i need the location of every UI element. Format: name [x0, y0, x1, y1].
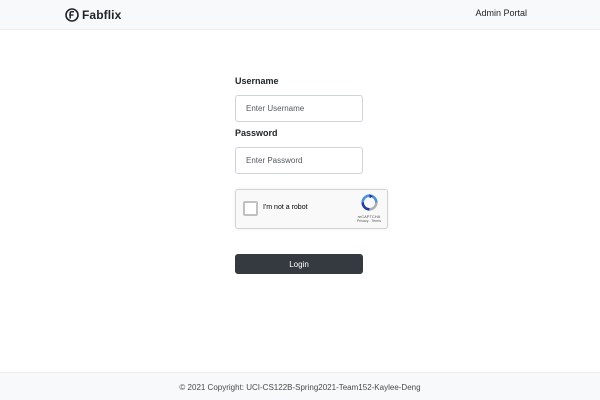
password-input[interactable]	[235, 147, 363, 174]
fabflix-logo-icon	[65, 7, 79, 22]
brand-link[interactable]: Fabflix	[65, 6, 121, 23]
navbar: Fabflix Admin Portal	[0, 0, 600, 30]
login-button[interactable]: Login	[235, 254, 363, 274]
username-input[interactable]	[235, 95, 363, 122]
username-label: Username	[235, 76, 279, 86]
password-label: Password	[235, 128, 278, 138]
recaptcha-privacy-terms-links[interactable]: Privacy - Terms	[354, 219, 384, 224]
recaptcha-logo-icon	[360, 194, 378, 211]
login-form: Username Password	[235, 74, 395, 174]
brand-name: Fabflix	[82, 7, 122, 22]
footer: © 2021 Copyright: UCI-CS122B-Spring2021-…	[0, 372, 600, 400]
page: Fabflix Admin Portal Username Password I…	[0, 0, 600, 400]
nav-link-admin-portal[interactable]: Admin Portal	[475, 8, 527, 18]
recaptcha-label: I'm not a robot	[263, 204, 308, 211]
recaptcha-logo: reCAPTCHA Privacy - Terms	[354, 194, 384, 224]
recaptcha-widget: I'm not a robot reCAPTCHA Privacy - Term…	[235, 189, 388, 229]
recaptcha-checkbox[interactable]	[243, 201, 258, 216]
footer-copyright: © 2021 Copyright: UCI-CS122B-Spring2021-…	[179, 383, 421, 392]
